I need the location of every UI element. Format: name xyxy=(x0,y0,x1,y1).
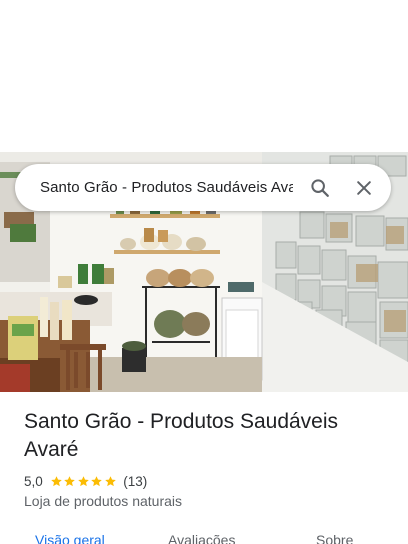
tab-reviews[interactable]: Avaliações xyxy=(168,532,235,544)
close-button[interactable] xyxy=(347,171,381,205)
search-icon xyxy=(311,178,329,197)
tab-about[interactable]: Sobre xyxy=(316,532,353,544)
place-page: Santo Grão - Produtos Saudáveis Avaré Sa… xyxy=(0,0,408,544)
star-icon xyxy=(64,475,76,486)
star-icon xyxy=(50,475,62,486)
star-icon xyxy=(91,475,103,486)
search-button[interactable] xyxy=(303,171,337,205)
place-title: Santo Grão - Produtos Saudáveis Avaré xyxy=(24,410,339,461)
tab-overview[interactable]: Visão geral xyxy=(35,532,105,544)
tab-bar: Visão geral Avaliações Sobre xyxy=(0,532,408,544)
place-category[interactable]: Loja de produtos naturais xyxy=(24,493,182,509)
rating-summary[interactable]: 5,0 (13) xyxy=(24,472,147,490)
rating-value: 5,0 xyxy=(24,473,43,489)
star-rating xyxy=(50,475,118,488)
search-bar[interactable]: Santo Grão - Produtos Saudáveis Avaré xyxy=(15,164,391,211)
star-icon xyxy=(77,475,89,486)
close-icon xyxy=(357,180,371,195)
review-count: (13) xyxy=(123,473,148,489)
star-icon xyxy=(104,475,116,486)
search-input[interactable]: Santo Grão - Produtos Saudáveis Avaré xyxy=(40,179,293,196)
